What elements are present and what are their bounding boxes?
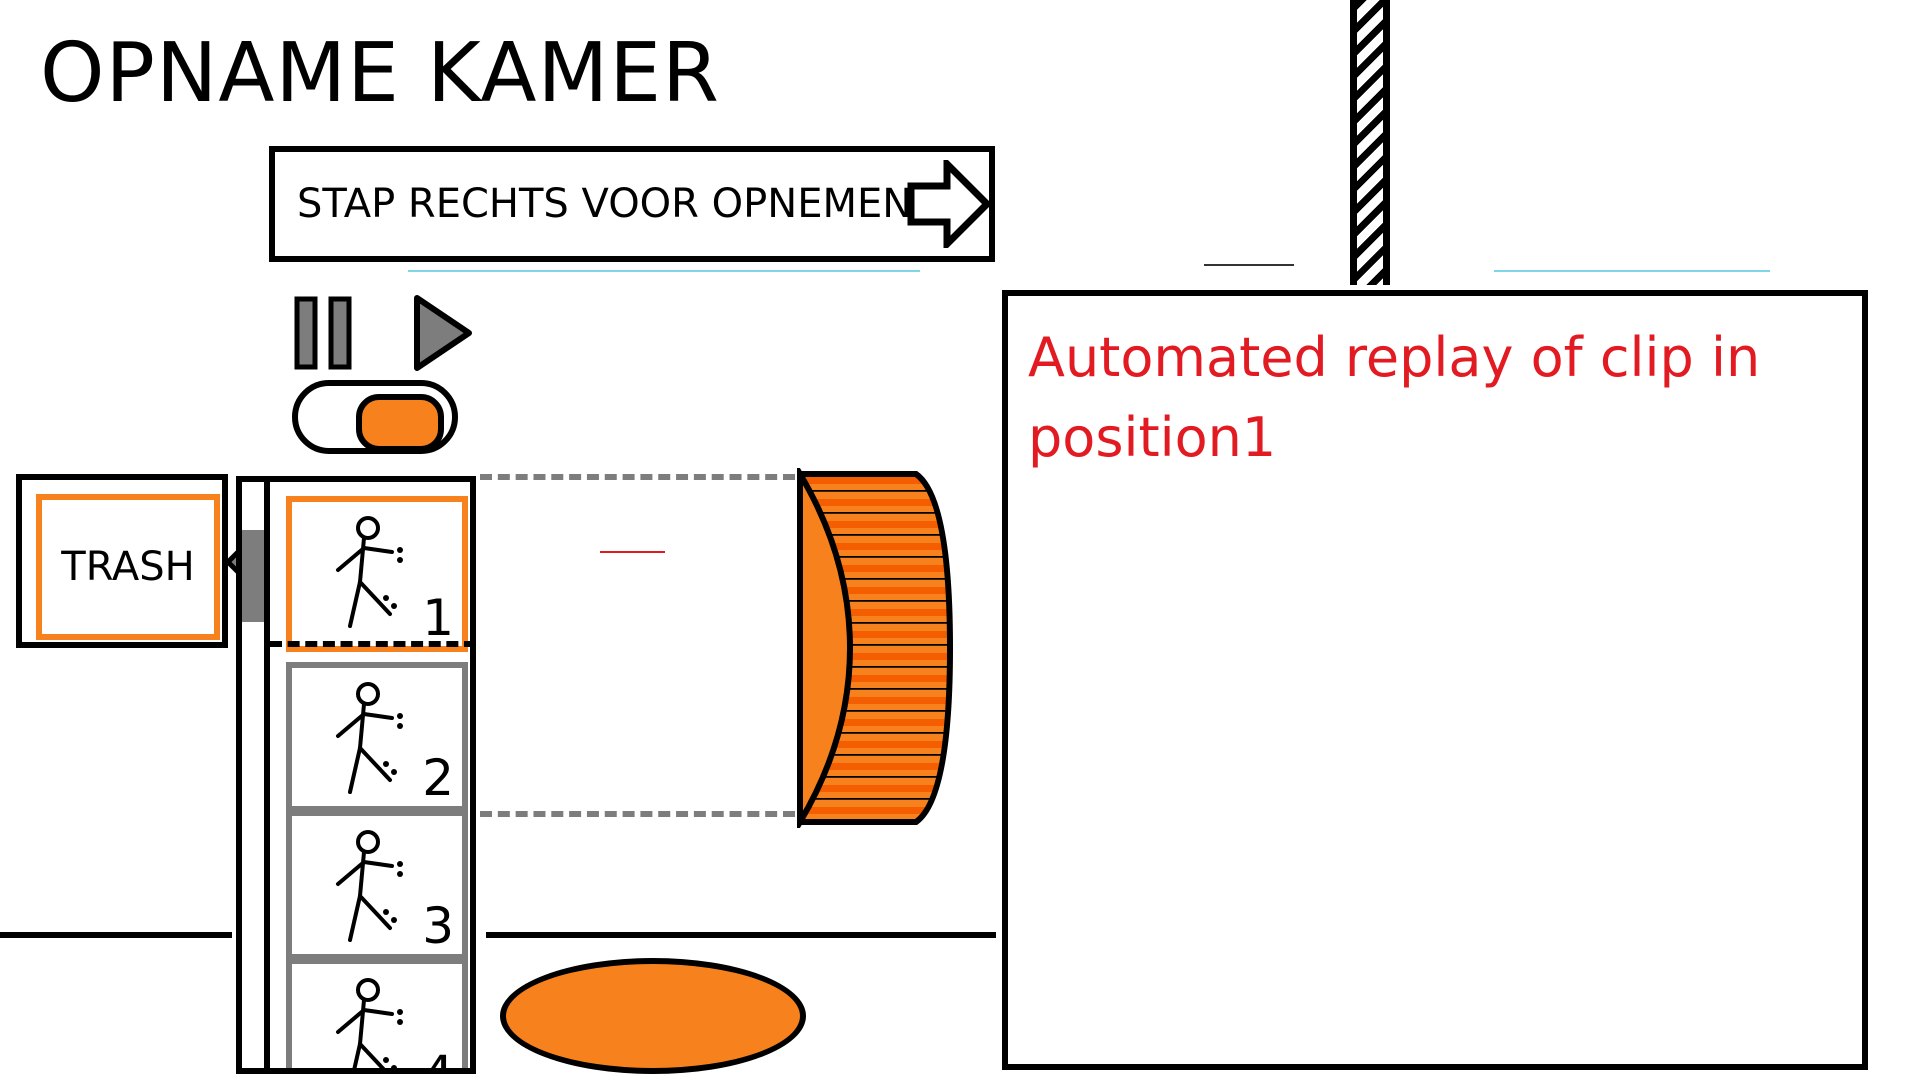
stick-figure-icon (336, 682, 403, 794)
lens-guide-bottom (480, 811, 795, 817)
stick-figure-icon (336, 830, 403, 942)
clip-film-strip[interactable]: 1 2 3 4 (270, 476, 476, 1074)
clip-divider (270, 641, 476, 647)
stick-figure-icon (336, 978, 403, 1068)
toggle-knob (356, 394, 444, 452)
floor-line (0, 932, 232, 938)
clip-slot-3[interactable]: 3 (286, 810, 468, 960)
replay-caption: Automated replay of clip in position1 (1028, 326, 1761, 469)
pause-icon[interactable] (294, 296, 352, 370)
step-right-to-record-button[interactable]: STAP RECHTS VOOR OPNEMEN (269, 146, 995, 262)
clip-slot-4[interactable]: 4 (286, 958, 468, 1074)
play-icon[interactable] (413, 294, 475, 372)
replay-panel: Automated replay of clip in position1 (1002, 290, 1868, 1070)
rail-handle[interactable] (242, 530, 264, 622)
clip-number: 2 (422, 749, 454, 807)
guide-line-dark (1204, 264, 1294, 266)
clip-slot-1[interactable]: 1 (286, 496, 468, 652)
recording-floor-pad[interactable] (500, 958, 806, 1074)
clip-number: 4 (422, 1045, 454, 1074)
floor-line (486, 932, 996, 938)
page-title: OPNAME KAMER (40, 26, 721, 121)
camera-lens-icon (797, 468, 954, 828)
guide-line-cyan (408, 270, 920, 272)
trash-frame: TRASH (36, 494, 220, 640)
stick-figure-icon (336, 516, 403, 628)
step-button-label: STAP RECHTS VOOR OPNEMEN (297, 181, 913, 227)
arrow-right-icon (907, 160, 991, 248)
red-marker-line (600, 551, 665, 553)
clip-number: 3 (422, 897, 454, 955)
guide-line-cyan (1494, 270, 1770, 272)
clip-slot-2[interactable]: 2 (286, 662, 468, 812)
clip-number: 1 (422, 589, 454, 647)
record-toggle[interactable] (292, 380, 458, 454)
hatched-pole (1350, 0, 1390, 285)
lens-guide-top (480, 474, 795, 480)
trash-label: TRASH (61, 544, 195, 590)
trash-bin[interactable]: TRASH (16, 474, 228, 648)
